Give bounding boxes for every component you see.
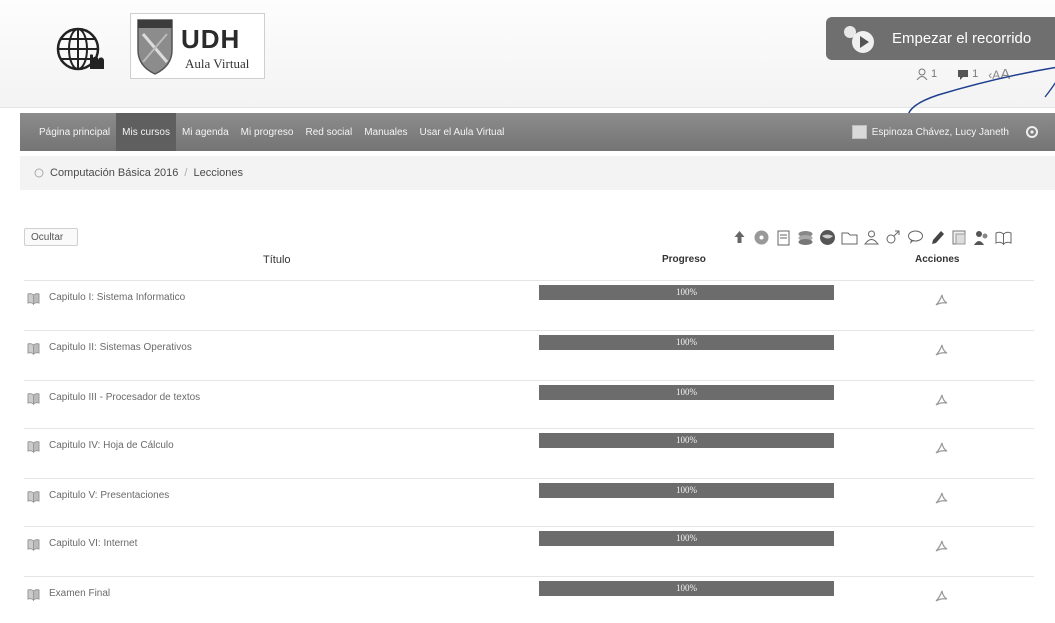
breadcrumb-separator: /	[184, 167, 188, 179]
nav-item-progress[interactable]: Mi progreso	[235, 113, 300, 151]
progress-bar: 100%	[539, 433, 834, 448]
table-row[interactable]: Capitulo V: Presentaciones 100%	[24, 478, 1034, 518]
progress-text: 100%	[676, 583, 697, 593]
pdf-icon[interactable]	[934, 589, 948, 603]
nav-item-use-virtual-classroom[interactable]: Usar el Aula Virtual	[414, 113, 511, 151]
logo-subtitle: Aula Virtual	[185, 56, 250, 71]
lesson-title[interactable]: Capitulo II: Sistemas Operativos	[49, 342, 192, 353]
nav-item-social-network[interactable]: Red social	[299, 113, 358, 151]
message-icon	[958, 70, 969, 80]
progress-bar: 100%	[539, 581, 834, 596]
nav-item-manuals[interactable]: Manuales	[358, 113, 413, 151]
nav-item-home[interactable]: Página principal	[33, 113, 116, 151]
notifications[interactable]: 1	[916, 68, 937, 80]
start-tour-button[interactable]: Empezar el recorrido	[826, 17, 1055, 60]
book-icon	[27, 441, 40, 453]
progress-bar: 100%	[539, 483, 834, 498]
lessons-table-header: Título Progreso Acciones	[24, 254, 1034, 272]
document-icon[interactable]	[774, 228, 793, 247]
globe-icon[interactable]	[818, 228, 837, 247]
logo-text: UDH	[181, 24, 241, 54]
lesson-title[interactable]: Capitulo I: Sistema Informatico	[49, 292, 185, 303]
shield-icon	[137, 19, 173, 75]
book-icon	[27, 589, 40, 601]
progress-bar: 100%	[539, 385, 834, 400]
folder-icon[interactable]	[840, 228, 859, 247]
main-navbar: Página principal Mis cursos Mi agenda Mi…	[20, 113, 1055, 151]
report-icon[interactable]	[950, 228, 969, 247]
breadcrumb-current: Lecciones	[193, 167, 244, 179]
pdf-icon[interactable]	[934, 393, 948, 407]
lesson-title[interactable]: Capitulo IV: Hoja de Cálculo	[49, 440, 174, 451]
column-header-progress: Progreso	[662, 254, 706, 265]
stack-icon[interactable]	[796, 228, 815, 247]
progress-text: 100%	[676, 485, 697, 495]
table-row[interactable]: Capitulo I: Sistema Informatico 100%	[24, 280, 1034, 320]
user-menu[interactable]: Espinoza Chávez, Lucy Janeth	[851, 113, 1009, 151]
book-icon	[27, 293, 40, 305]
column-header-title: Título	[263, 254, 291, 266]
chat-icon[interactable]	[906, 228, 925, 247]
progress-text: 100%	[676, 387, 697, 397]
book-open-icon[interactable]	[994, 228, 1013, 247]
column-header-actions: Acciones	[915, 254, 960, 265]
book-icon	[27, 393, 40, 405]
table-row[interactable]: Capitulo II: Sistemas Operativos 100%	[24, 330, 1034, 370]
disc-icon[interactable]	[752, 228, 771, 247]
nav-item-agenda[interactable]: Mi agenda	[176, 113, 235, 151]
table-row[interactable]: Capitulo III - Procesador de textos 100%	[24, 380, 1034, 420]
gender-icon[interactable]	[884, 228, 903, 247]
table-row[interactable]: Capitulo IV: Hoja de Cálculo 100%	[24, 428, 1034, 468]
book-icon	[27, 539, 40, 551]
pencil-icon[interactable]	[928, 228, 947, 247]
udh-logo[interactable]: UDH Aula Virtual	[130, 13, 265, 79]
avatar	[851, 125, 867, 139]
book-icon	[27, 343, 40, 355]
progress-bar: 100%	[539, 285, 834, 300]
pdf-icon[interactable]	[934, 539, 948, 553]
hide-button[interactable]: Ocultar	[24, 228, 78, 246]
play-icon	[844, 25, 874, 53]
progress-bar: 100%	[539, 531, 834, 546]
lesson-title[interactable]: Capitulo V: Presentaciones	[49, 490, 169, 501]
home-icon[interactable]	[34, 168, 44, 178]
globe-hand-logo-icon[interactable]	[52, 21, 116, 81]
nav-item-my-courses[interactable]: Mis cursos	[116, 113, 176, 151]
notifications-count: 1	[931, 68, 938, 80]
breadcrumb-course[interactable]: Computación Básica 2016	[50, 167, 178, 179]
tour-button-label: Empezar el recorrido	[892, 30, 1032, 47]
pdf-icon[interactable]	[934, 343, 948, 357]
pdf-icon[interactable]	[934, 441, 948, 455]
user-name: Espinoza Chávez, Lucy Janeth	[871, 126, 1009, 138]
progress-text: 100%	[676, 435, 697, 445]
utility-bar: 1 1 ‹AA	[916, 62, 1010, 86]
upload-icon[interactable]	[730, 228, 749, 247]
breadcrumb: Computación Básica 2016 / Lecciones	[20, 156, 1055, 190]
font-size-control[interactable]: ‹AA	[988, 66, 1010, 83]
book-icon	[27, 491, 40, 503]
gear-icon[interactable]	[1025, 125, 1039, 139]
users-icon[interactable]	[862, 228, 881, 247]
group-icon[interactable]	[972, 228, 991, 247]
progress-text: 100%	[676, 337, 697, 347]
table-row[interactable]: Capitulo VI: Internet 100%	[24, 526, 1034, 566]
pdf-icon[interactable]	[934, 491, 948, 505]
table-row[interactable]: Examen Final 100%	[24, 576, 1034, 616]
font-size-large[interactable]: A	[1000, 66, 1010, 83]
progress-bar: 100%	[539, 335, 834, 350]
messages[interactable]: 1	[957, 68, 978, 80]
user-icon	[916, 68, 928, 80]
pdf-icon[interactable]	[934, 293, 948, 307]
progress-text: 100%	[676, 533, 697, 543]
progress-text: 100%	[676, 287, 697, 297]
lesson-title[interactable]: Capitulo III - Procesador de textos	[49, 392, 200, 403]
messages-count: 1	[972, 68, 979, 80]
lesson-title[interactable]: Capitulo VI: Internet	[49, 538, 137, 549]
lesson-title[interactable]: Examen Final	[49, 588, 110, 599]
course-toolbar	[730, 225, 1013, 249]
